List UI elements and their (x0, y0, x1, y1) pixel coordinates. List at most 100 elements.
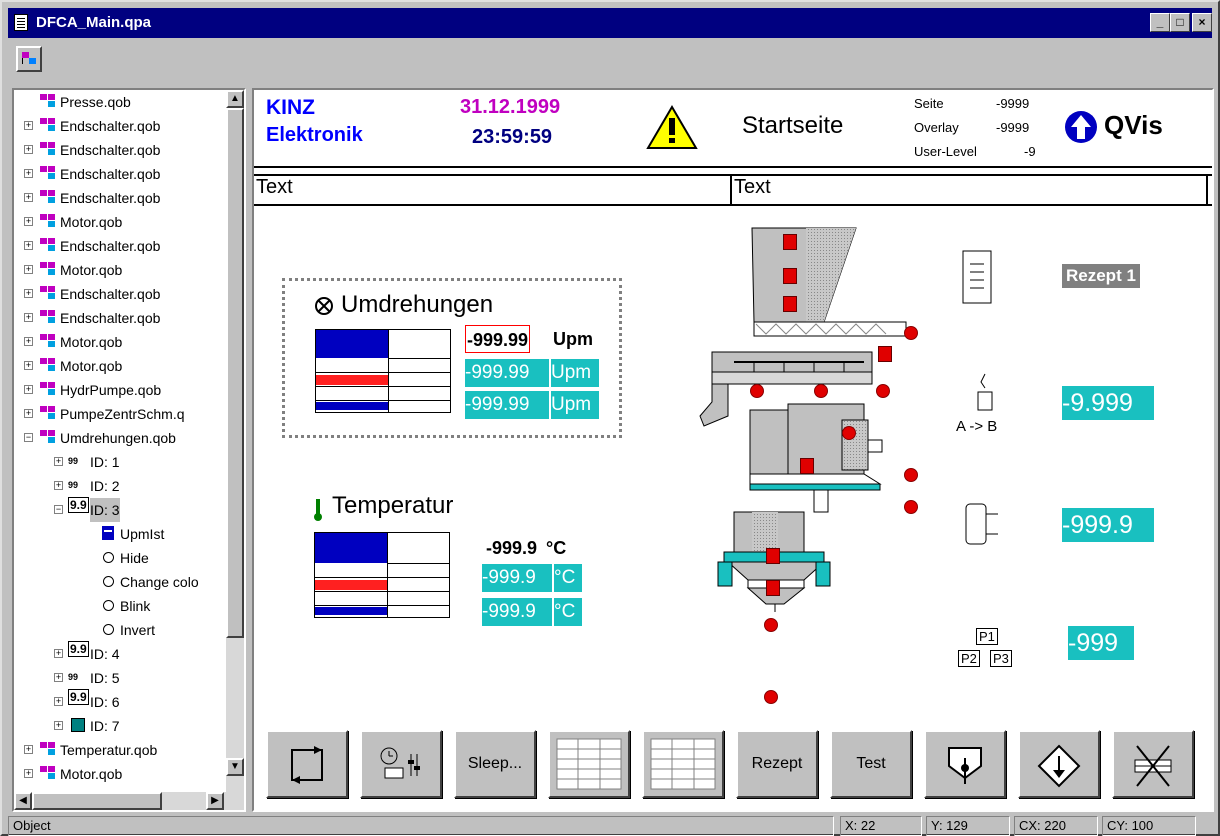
ab-value[interactable]: -9.999 (1062, 386, 1154, 420)
tree-item[interactable]: + Motor.qob (14, 330, 228, 354)
expand-toggle[interactable]: − (54, 505, 63, 514)
object-tree[interactable]: ▲ ▼ ◀ ▶ Presse.qob + Endschalter.qob + Endsc… (12, 88, 246, 812)
tree-item[interactable]: UpmIst (14, 522, 228, 546)
transfer-weight-icon[interactable] (974, 372, 996, 412)
valve-1[interactable] (783, 234, 797, 250)
tree-item[interactable]: +99 ID: 2 (14, 474, 228, 498)
valve-5[interactable] (800, 458, 814, 474)
maximize-button[interactable]: □ (1170, 13, 1190, 32)
machine-diagram[interactable] (694, 226, 934, 706)
resize-grip[interactable] (1200, 818, 1216, 834)
expand-toggle[interactable]: + (24, 121, 33, 130)
expand-toggle[interactable]: + (24, 745, 33, 754)
expand-toggle[interactable]: + (24, 217, 33, 226)
sleep-button[interactable]: Sleep... (454, 730, 536, 798)
table-button-2[interactable] (642, 730, 724, 798)
rezept-button[interactable]: Rezept (736, 730, 818, 798)
expand-toggle[interactable]: + (24, 409, 33, 418)
valve-7[interactable] (766, 580, 780, 596)
cancel-process-button[interactable] (1112, 730, 1194, 798)
cylinder-value[interactable]: -999.9 (1062, 508, 1154, 542)
tree-vertical-scrollbar[interactable]: ▲ ▼ (226, 90, 244, 792)
tree-item[interactable]: −9.9 ID: 3 (14, 497, 228, 522)
motor-2[interactable] (750, 384, 764, 398)
expand-toggle[interactable]: + (54, 697, 63, 706)
expand-toggle[interactable]: + (54, 721, 63, 730)
p3-box[interactable]: P3 (990, 650, 1012, 667)
expand-toggle[interactable]: − (24, 433, 33, 442)
p-value[interactable]: -999 (1068, 626, 1134, 660)
tree-item[interactable]: + ID: 7 (14, 714, 228, 738)
tree-item[interactable]: +99 ID: 1 (14, 450, 228, 474)
tree-item[interactable]: + Temperatur.qob (14, 738, 228, 762)
p2-box[interactable]: P2 (958, 650, 980, 667)
expand-toggle[interactable]: + (24, 193, 33, 202)
expand-toggle[interactable]: + (24, 265, 33, 274)
tree-item[interactable]: +99 ID: 5 (14, 666, 228, 690)
valve-6[interactable] (766, 548, 780, 564)
tree-item[interactable]: + Motor.qob (14, 354, 228, 378)
umdrehungen-group[interactable]: Umdrehungen -999.99 Upm -999.99 Upm -999… (282, 278, 622, 438)
expand-toggle[interactable]: + (24, 385, 33, 394)
expand-toggle[interactable]: + (24, 145, 33, 154)
expand-toggle[interactable]: + (54, 649, 63, 658)
expand-toggle[interactable]: + (24, 769, 33, 778)
motor-4[interactable] (876, 384, 890, 398)
scroll-left-button[interactable]: ◀ (14, 792, 32, 810)
motor-3[interactable] (814, 384, 828, 398)
warning-icon[interactable] (646, 104, 698, 150)
cylinder-icon[interactable] (964, 498, 1000, 550)
tree-item[interactable]: − Umdrehungen.qob (14, 426, 228, 450)
minimize-button[interactable]: _ (1150, 13, 1170, 32)
tree-item[interactable]: + Endschalter.qob (14, 114, 228, 138)
scroll-down-button[interactable]: ▼ (226, 758, 244, 776)
tree-item[interactable]: + Endschalter.qob (14, 234, 228, 258)
umdrehungen-value-2[interactable]: -999.99 (465, 359, 549, 387)
motor-7[interactable] (904, 500, 918, 514)
expand-toggle[interactable]: + (54, 457, 63, 466)
expand-toggle[interactable]: + (24, 241, 33, 250)
tree-item[interactable]: + Endschalter.qob (14, 306, 228, 330)
expand-toggle[interactable]: + (54, 481, 63, 490)
close-button[interactable]: × (1192, 13, 1212, 32)
timer-settings-button[interactable] (360, 730, 442, 798)
scroll-right-button[interactable]: ▶ (206, 792, 224, 810)
tree-item[interactable]: + HydrPumpe.qob (14, 378, 228, 402)
rezept-badge[interactable]: Rezept 1 (1062, 264, 1140, 288)
valve-3[interactable] (783, 296, 797, 312)
tree-item[interactable]: Hide (14, 546, 228, 570)
hscroll-thumb[interactable] (32, 792, 162, 810)
valve-2[interactable] (783, 268, 797, 284)
temperatur-value-1[interactable]: -999.9 (486, 534, 537, 562)
scroll-up-button[interactable]: ▲ (226, 90, 244, 108)
title-bar[interactable]: DFCA_Main.qpa _ □ × (8, 8, 1212, 38)
tree-item[interactable]: Invert (14, 618, 228, 642)
expand-toggle[interactable]: + (24, 169, 33, 178)
motor-6[interactable] (904, 468, 918, 482)
toolbar-structure-button[interactable] (16, 46, 42, 72)
tree-item[interactable]: +9.9 ID: 4 (14, 641, 228, 666)
table-button-1[interactable] (548, 730, 630, 798)
scroll-thumb[interactable] (226, 108, 244, 638)
valve-4[interactable] (878, 346, 892, 362)
temperatur-value-2[interactable]: -999.9 (482, 564, 552, 592)
dispense-button[interactable] (924, 730, 1006, 798)
motor-8[interactable] (764, 618, 778, 632)
motor-9[interactable] (764, 690, 778, 704)
document-list-icon[interactable] (962, 250, 992, 306)
tree-item[interactable]: + Motor.qob (14, 762, 228, 786)
p1-box[interactable]: P1 (976, 628, 998, 645)
expand-toggle[interactable]: + (54, 673, 63, 682)
tree-item[interactable]: Presse.qob (14, 90, 228, 114)
tree-item[interactable]: Change colo (14, 570, 228, 594)
down-button[interactable] (1018, 730, 1100, 798)
umdrehungen-value-1[interactable]: -999.99 (465, 325, 531, 353)
expand-toggle[interactable]: + (24, 337, 33, 346)
expand-toggle[interactable]: + (24, 313, 33, 322)
tree-item[interactable]: Blink (14, 594, 228, 618)
tree-item[interactable]: + Motor.qob (14, 210, 228, 234)
tree-item[interactable]: +9.9 ID: 6 (14, 689, 228, 714)
motor-1[interactable] (904, 326, 918, 340)
motor-5[interactable] (842, 426, 856, 440)
tree-item[interactable]: + Endschalter.qob (14, 162, 228, 186)
